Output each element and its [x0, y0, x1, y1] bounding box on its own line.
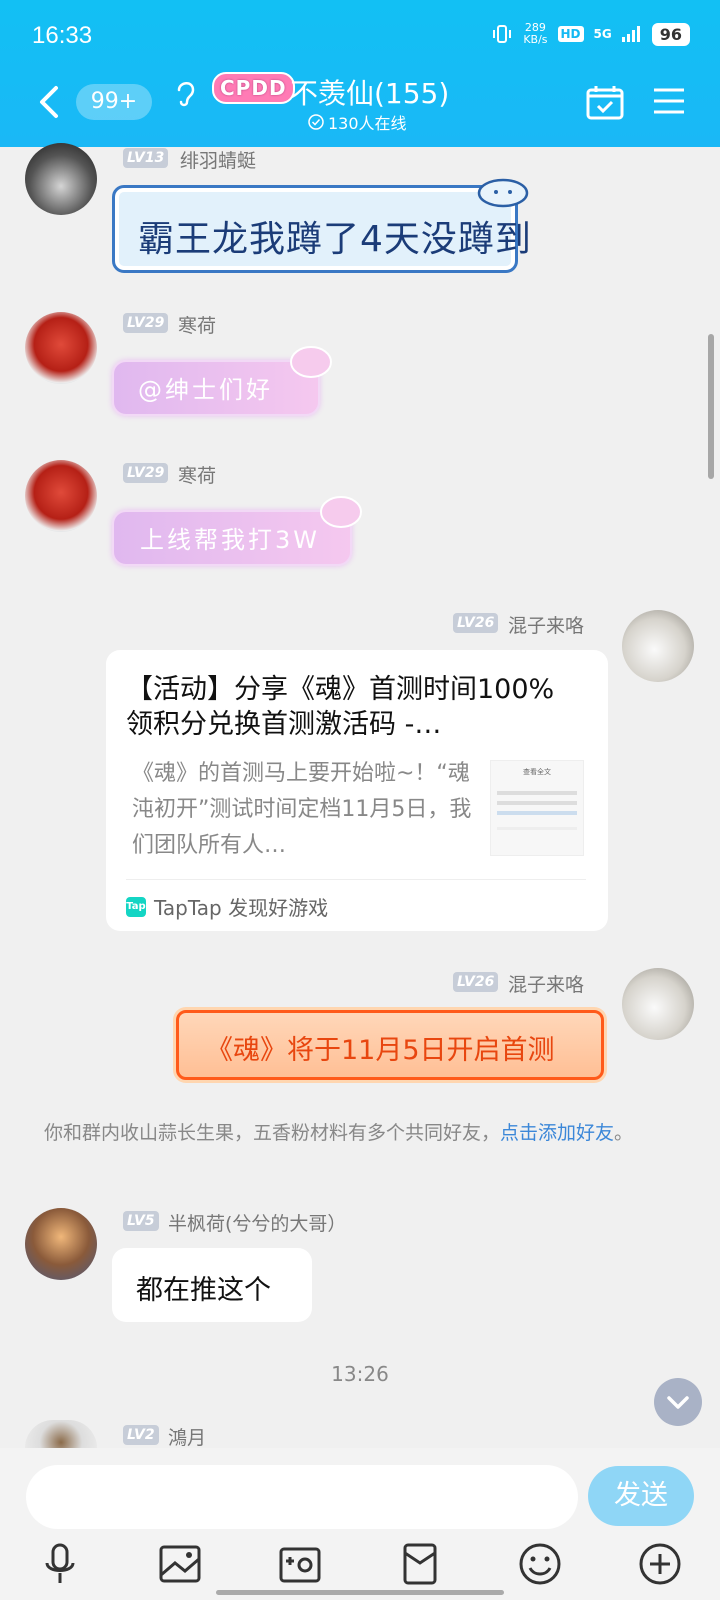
message-text: 《魂》将于11月5日开启首测 [206, 1035, 555, 1066]
share-card[interactable]: 【活动】分享《魂》首测时间100%领积分兑换首测激活码 -… 《魂》的首测马上要… [106, 650, 608, 931]
taptap-logo: Tap [126, 896, 146, 917]
red-packet-icon[interactable] [397, 1541, 443, 1587]
plus-icon[interactable] [637, 1541, 683, 1587]
back-icon[interactable] [36, 84, 64, 120]
level-badge: LV13 [123, 148, 169, 168]
battery-indicator: 96 [651, 22, 690, 46]
sender-name[interactable]: 寒荷 [178, 461, 216, 488]
group-title[interactable]: 不羡仙(155) [290, 72, 449, 112]
sender-name[interactable]: 绯羽蜻蜓 [180, 146, 256, 173]
avatar[interactable] [25, 312, 97, 384]
camera-icon[interactable] [277, 1541, 323, 1587]
calendar-check-icon[interactable] [586, 84, 624, 120]
avatar[interactable] [25, 460, 97, 532]
emoji-icon[interactable] [517, 1541, 563, 1587]
network-speed: 289 KB/s [523, 21, 548, 46]
message-text: 上线帮我打3W [140, 526, 320, 554]
scroll-to-bottom-button[interactable] [654, 1378, 702, 1426]
divider [126, 879, 586, 880]
hd-badge: HD [557, 26, 584, 42]
menu-icon[interactable] [652, 86, 686, 116]
avatar[interactable] [622, 610, 694, 682]
time-separator: 13:26 [331, 1362, 389, 1386]
level-badge: LV2 [123, 1425, 159, 1445]
message-text: @绅士们好 [138, 376, 273, 404]
card-title: 【活动】分享《魂》首测时间100%领积分兑换首测激活码 -… [126, 674, 555, 740]
bubble-decoration-icon [320, 496, 362, 528]
unread-count-badge[interactable]: 99+ [76, 84, 152, 120]
send-button[interactable]: 发送 [588, 1466, 694, 1526]
microphone-icon[interactable] [37, 1541, 83, 1587]
group-tag-logo: CPDD [212, 72, 295, 104]
sender-name[interactable]: 混子来咯 [508, 970, 584, 997]
avatar[interactable] [25, 1208, 97, 1280]
chevron-down-icon [667, 1396, 689, 1409]
avatar[interactable] [25, 143, 97, 215]
card-source: Tap TapTap 发现好游戏 [126, 896, 329, 920]
message-text: 都在推这个 [136, 1275, 271, 1306]
message-input[interactable] [26, 1465, 578, 1529]
ear-icon[interactable] [175, 78, 197, 108]
avatar[interactable] [25, 1420, 97, 1448]
sender-name[interactable]: 鴻月 [168, 1423, 206, 1450]
add-friend-link[interactable]: 点击添加好友 [500, 1122, 614, 1144]
card-description: 《魂》的首测马上要开始啦~！“魂沌初开”测试时间定档11月5日，我们团队所有人… [132, 761, 472, 858]
avatar[interactable] [622, 968, 694, 1040]
check-circle-icon [308, 114, 324, 130]
bubble-decoration-icon [477, 178, 529, 208]
image-icon[interactable] [157, 1541, 203, 1587]
network-type: 5G [593, 27, 612, 41]
sender-name[interactable]: 混子来咯 [508, 611, 584, 638]
level-badge: LV26 [453, 613, 499, 633]
friend-suggestion-notice: 你和群内收山蒜长生果，五香粉材料有多个共同好友，点击添加好友。 [44, 1122, 634, 1144]
level-badge: LV29 [123, 313, 169, 333]
header: 16:33 289 KB/s HD 5G 96 99+ CPDD 不羡仙(155)… [0, 0, 720, 147]
sender-name[interactable]: 寒荷 [178, 311, 216, 338]
signal-icon [621, 26, 640, 42]
level-badge: LV5 [123, 1211, 159, 1231]
online-count[interactable]: 130人在线 [308, 110, 407, 134]
sender-name[interactable]: 半枫荷(兮兮的大哥） [168, 1209, 346, 1236]
level-badge: LV29 [123, 463, 169, 483]
card-thumbnail: 查看全文 [490, 760, 584, 856]
vibrate-icon [493, 25, 512, 43]
home-indicator [216, 1590, 504, 1595]
scrollbar[interactable] [708, 334, 714, 479]
level-badge: LV26 [453, 972, 499, 992]
status-icons: 289 KB/s HD 5G 96 [491, 22, 690, 46]
status-time: 16:33 [32, 22, 93, 49]
message-text: 霸王龙我蹲了4天没蹲到 [138, 219, 532, 260]
bubble-decoration-icon [290, 346, 332, 378]
